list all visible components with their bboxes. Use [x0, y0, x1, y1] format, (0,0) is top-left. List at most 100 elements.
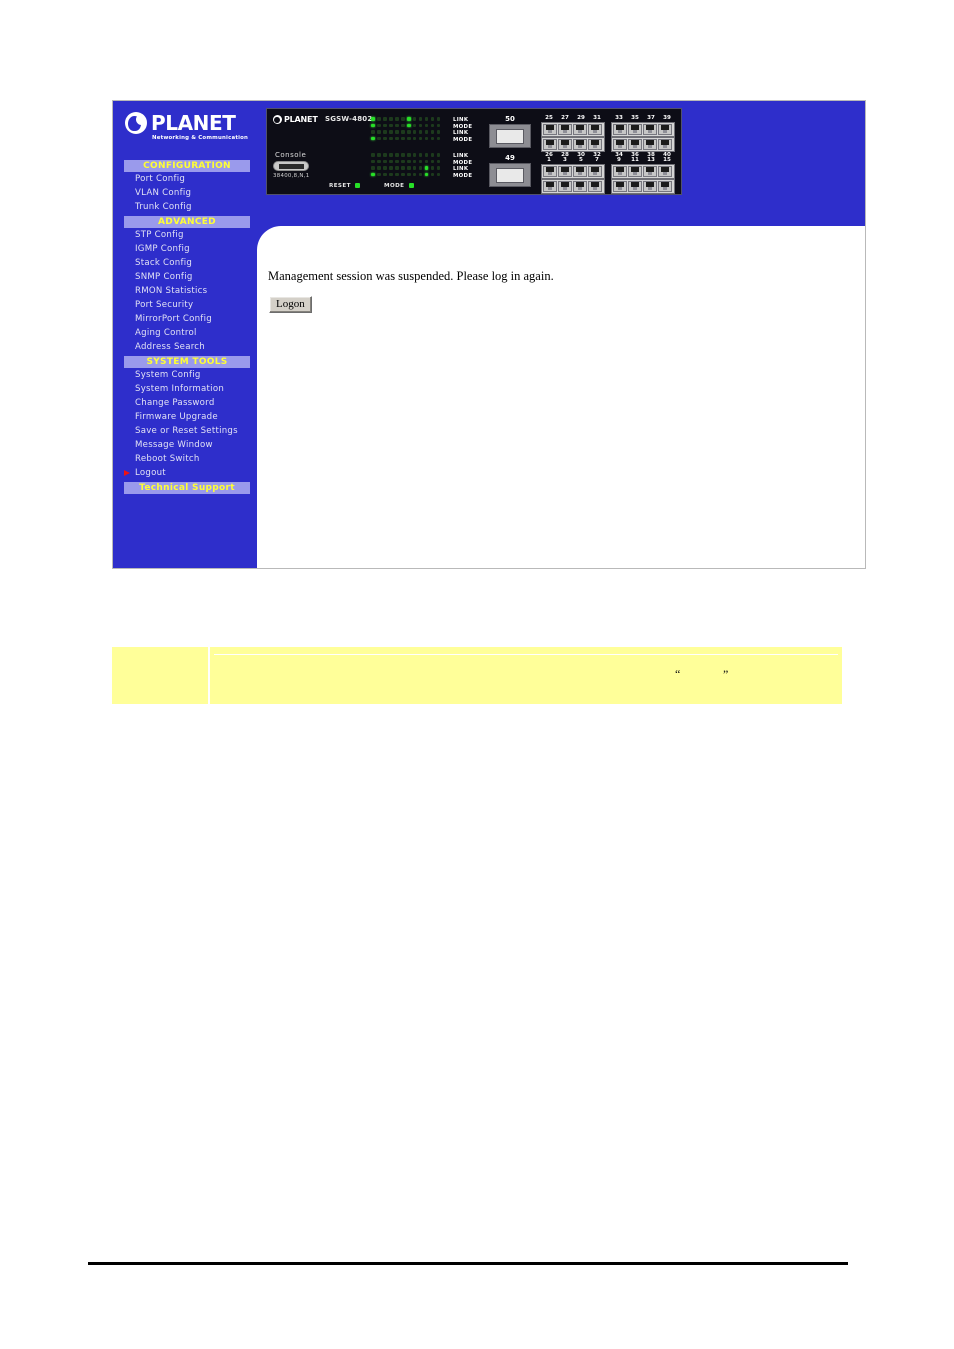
led-label: LINK	[453, 130, 469, 137]
planet-logo-tagline: Networking & Communication	[152, 135, 249, 141]
device-reset-label: RESET	[329, 183, 351, 189]
banner: PLANET SGSW-4802 Console 38400,8,N,1 RES…	[257, 101, 865, 207]
status-led	[355, 183, 360, 188]
rj45-bank-bottom[interactable]	[681, 179, 682, 194]
sidebar-item-address-search[interactable]: Address Search	[113, 340, 257, 354]
content-sheet: Management session was suspended. Please…	[257, 226, 865, 568]
planet-globe-icon	[125, 112, 147, 134]
rj45-bank-bottom[interactable]	[611, 137, 675, 152]
note-divider	[214, 654, 838, 655]
rj45-bank-bottom[interactable]	[681, 137, 682, 152]
led-row	[371, 136, 441, 141]
device-console-label: Console	[275, 151, 307, 159]
port-group-33-40: 33 35 37 39 34 36 38 40	[611, 115, 675, 159]
note-quote-close: ”	[723, 667, 729, 681]
note-table: “ ”	[112, 647, 842, 704]
fiber-slot-50-number: 50	[505, 115, 515, 123]
led-label: MODE	[453, 172, 473, 179]
port-numbers-bottom: 42444648	[681, 152, 682, 159]
rj45-bank-top[interactable]	[681, 164, 682, 179]
device-mode-label: MODE	[384, 183, 405, 189]
sidebar: PLANET Networking & Communication CONFIG…	[113, 101, 257, 568]
port-numbers-top: 33 35 37 39	[615, 115, 671, 121]
menu-header-system-tools: SYSTEM TOOLS	[124, 356, 250, 368]
led-row	[371, 159, 441, 164]
led-row	[371, 172, 441, 177]
led-label: MODE	[453, 159, 473, 166]
sidebar-item-logout[interactable]: Logout	[113, 466, 257, 480]
led-matrix-lower	[371, 153, 441, 179]
rj45-bank-bottom[interactable]	[541, 179, 605, 194]
console-port-icon	[273, 161, 309, 171]
port-numbers-bottom: 2468	[541, 194, 605, 195]
sidebar-item-rmon-statistics[interactable]: RMON Statistics	[113, 284, 257, 298]
port-numbers-bottom: 18202224	[681, 194, 682, 195]
sidebar-item-system-information[interactable]: System Information	[113, 382, 257, 396]
planet-logo-text: PLANET	[151, 111, 236, 135]
led-row	[371, 123, 441, 128]
led-label: LINK	[453, 166, 469, 173]
sidebar-item-save-or-reset-settings[interactable]: Save or Reset Settings	[113, 424, 257, 438]
main-content-area: Management session was suspended. Please…	[257, 207, 865, 568]
sidebar-item-message-window[interactable]: Message Window	[113, 438, 257, 452]
port-numbers-top: 41434547	[681, 115, 682, 122]
sidebar-item-snmp-config[interactable]: SNMP Config	[113, 270, 257, 284]
menu-header-configuration: CONFIGURATION	[124, 160, 250, 172]
port-numbers-top: 1357	[547, 157, 599, 163]
port-group-17-24: 17192123 18202224	[681, 157, 682, 195]
led-row	[371, 153, 441, 157]
led-label: LINK	[453, 153, 469, 159]
led-label: MODE	[453, 136, 473, 143]
sidebar-item-port-config[interactable]: Port Config	[113, 172, 257, 186]
rj45-bank-bottom[interactable]	[541, 137, 605, 152]
menu-header-advanced: ADVANCED	[124, 216, 250, 228]
fiber-slot-49	[489, 163, 531, 187]
session-message: Management session was suspended. Please…	[268, 269, 554, 283]
port-numbers-bottom: 10121416	[611, 194, 675, 195]
sidebar-item-mirrorport-config[interactable]: MirrorPort Config	[113, 312, 257, 326]
status-led	[409, 183, 414, 188]
port-numbers-top: 17192123	[681, 157, 682, 164]
rj45-bank-bottom[interactable]	[611, 179, 675, 194]
sidebar-item-vlan-config[interactable]: VLAN Config	[113, 186, 257, 200]
sidebar-item-system-config[interactable]: System Config	[113, 368, 257, 382]
note-body-cell: “ ”	[210, 647, 842, 704]
sidebar-item-change-password[interactable]: Change Password	[113, 396, 257, 410]
rj45-bank-top[interactable]	[541, 164, 605, 179]
led-label: MODE	[453, 123, 473, 130]
sidebar-item-logout-label: Logout	[135, 468, 166, 478]
led-label: LINK	[453, 117, 469, 123]
device-model-label: SGSW-4802	[325, 115, 373, 123]
device-globe-icon	[273, 115, 282, 124]
led-matrix-upper	[371, 117, 441, 143]
note-label-cell	[112, 647, 210, 704]
fiber-slot-50	[489, 124, 531, 148]
device-brand-logo: PLANET	[273, 115, 318, 124]
red-arrow-icon	[124, 470, 130, 476]
port-numbers-top: 25 27 29 31	[545, 115, 601, 121]
port-group-1-8: 1357 2468	[541, 157, 605, 195]
sidebar-item-stp-config[interactable]: STP Config	[113, 228, 257, 242]
sidebar-item-firmware-upgrade[interactable]: Firmware Upgrade	[113, 410, 257, 424]
note-quote-open: “	[675, 667, 681, 681]
rj45-bank-top[interactable]	[541, 122, 605, 137]
fiber-slot-49-number: 49	[505, 154, 515, 162]
logon-button[interactable]: Logon	[269, 296, 312, 313]
led-labels-lower: LINK MODE LINK MODE	[453, 153, 472, 179]
sidebar-item-trunk-config[interactable]: Trunk Config	[113, 200, 257, 214]
led-labels-upper: LINK MODE LINK MODE	[453, 117, 472, 143]
sidebar-item-port-security[interactable]: Port Security	[113, 298, 257, 312]
sidebar-item-reboot-switch[interactable]: Reboot Switch	[113, 452, 257, 466]
port-group-41-48: 41434547 42444648	[681, 115, 682, 159]
rj45-bank-top[interactable]	[611, 164, 675, 179]
menu-header-technical-support[interactable]: Technical Support	[124, 482, 250, 494]
port-group-9-16: 9111315 10121416	[611, 157, 675, 195]
rj45-bank-top[interactable]	[611, 122, 675, 137]
port-group-25-32: 25 27 29 31 26 28 30 32	[541, 115, 605, 159]
device-console-rate: 38400,8,N,1	[273, 173, 310, 179]
sidebar-item-stack-config[interactable]: Stack Config	[113, 256, 257, 270]
port-numbers-top: 9 11 13 15	[617, 157, 671, 163]
sidebar-item-igmp-config[interactable]: IGMP Config	[113, 242, 257, 256]
sidebar-item-aging-control[interactable]: Aging Control	[113, 326, 257, 340]
rj45-bank-top[interactable]	[681, 122, 682, 137]
